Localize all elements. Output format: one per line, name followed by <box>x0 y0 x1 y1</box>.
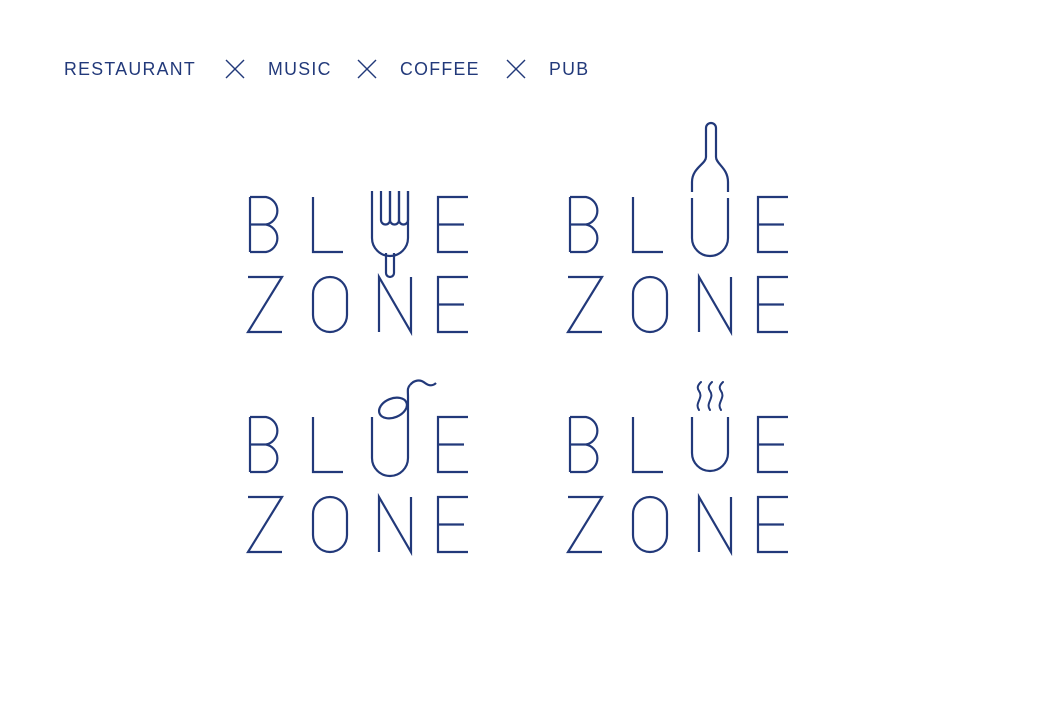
logo-wordmark-line1 <box>568 195 788 254</box>
logo-wordmark-line2 <box>246 272 468 337</box>
logo-coffee[interactable] <box>560 340 880 570</box>
logo-pub[interactable] <box>560 120 880 350</box>
fork-icon <box>370 191 410 279</box>
logo-restaurant[interactable] <box>240 120 560 350</box>
logo-wordmark-line1 <box>568 415 788 474</box>
logo-grid <box>0 0 1063 707</box>
logo-wordmark-line1 <box>248 195 468 254</box>
logo-wordmark-line2 <box>566 492 788 557</box>
logo-wordmark-line1 <box>248 415 468 474</box>
coffee-steam-icon <box>690 381 730 473</box>
logo-wordmark-line2 <box>246 492 468 557</box>
music-note-icon <box>370 379 437 478</box>
logo-wordmark-line2 <box>566 272 788 337</box>
logo-music[interactable] <box>240 340 560 570</box>
wine-bottle-icon <box>690 121 730 258</box>
